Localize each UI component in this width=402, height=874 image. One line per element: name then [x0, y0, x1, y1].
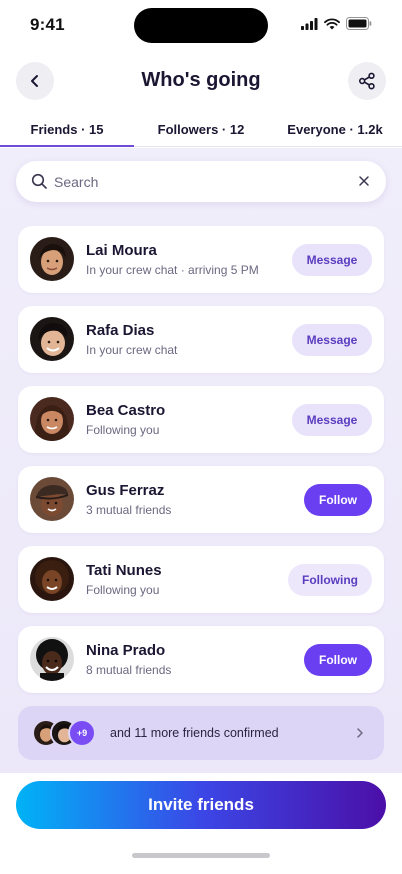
person-name: Rafa Dias	[86, 322, 155, 339]
avatar	[30, 637, 74, 681]
chevron-right-icon	[357, 728, 363, 738]
message-button[interactable]: Message	[292, 244, 372, 276]
wifi-icon	[324, 17, 340, 29]
share-button[interactable]	[348, 62, 386, 100]
signal-icon	[301, 17, 318, 30]
person-card-gus-ferraz[interactable]: Gus Ferraz 3 mutual friends Follow	[18, 466, 384, 533]
avatar	[30, 317, 74, 361]
person-name: Lai Moura	[86, 242, 157, 259]
person-card-nina-prado[interactable]: Nina Prado 8 mutual friends Follow	[18, 626, 384, 693]
more-friends-text: and 11 more friends confirmed	[110, 726, 279, 740]
avatar	[30, 397, 74, 441]
person-name: Tati Nunes	[86, 562, 162, 579]
person-subtitle: Following you	[86, 583, 160, 597]
avatar	[30, 477, 74, 521]
tab-everyone[interactable]: Everyone · 1.2k	[268, 122, 402, 137]
person-name: Bea Castro	[86, 402, 166, 419]
search-icon	[31, 173, 47, 189]
active-tab-indicator	[0, 145, 134, 147]
footer: Invite friends	[0, 773, 402, 874]
more-friends-row[interactable]: +9 and 11 more friends confirmed	[18, 706, 384, 760]
search-input[interactable]	[54, 161, 354, 202]
home-indicator	[132, 853, 270, 858]
close-icon[interactable]	[358, 175, 370, 187]
page-title: Who's going	[141, 69, 261, 91]
tab-bar: Friends · 15 Followers · 12 Everyone · 1…	[0, 112, 402, 147]
dynamic-island	[134, 8, 268, 43]
message-button[interactable]: Message	[292, 324, 372, 356]
person-card-tati-nunes[interactable]: Tati Nunes Following you Following	[18, 546, 384, 613]
more-count-badge: +9	[68, 719, 96, 747]
person-subtitle: Following you	[86, 423, 160, 437]
search-bar[interactable]	[16, 161, 386, 202]
person-subtitle: In your crew chat · arriving 5 PM	[86, 263, 259, 277]
person-name: Gus Ferraz	[86, 482, 165, 499]
status-bar: 9:41	[0, 0, 402, 50]
follow-button[interactable]: Follow	[304, 644, 372, 676]
share-icon	[358, 72, 375, 90]
status-time: 9:41	[30, 15, 65, 34]
person-subtitle: In your crew chat	[86, 343, 178, 357]
avatar	[30, 557, 74, 601]
message-button[interactable]: Message	[292, 404, 372, 436]
tab-followers[interactable]: Followers · 12	[134, 122, 268, 137]
person-subtitle: 3 mutual friends	[86, 503, 172, 517]
person-card-rafa-dias[interactable]: Rafa Dias In your crew chat Message	[18, 306, 384, 373]
person-card-lai-moura[interactable]: Lai Moura In your crew chat · arriving 5…	[18, 226, 384, 293]
following-button[interactable]: Following	[288, 564, 372, 596]
tab-friends[interactable]: Friends · 15	[0, 122, 134, 137]
avatar	[30, 237, 74, 281]
follow-button[interactable]: Follow	[304, 484, 372, 516]
avatar-stack: +9	[32, 719, 102, 747]
invite-friends-button[interactable]: Invite friends	[16, 781, 386, 829]
person-name: Nina Prado	[86, 642, 166, 659]
status-icons	[301, 17, 372, 30]
battery-icon	[346, 17, 372, 30]
person-subtitle: 8 mutual friends	[86, 663, 172, 677]
header: Who's going	[0, 62, 402, 102]
person-card-bea-castro[interactable]: Bea Castro Following you Message	[18, 386, 384, 453]
